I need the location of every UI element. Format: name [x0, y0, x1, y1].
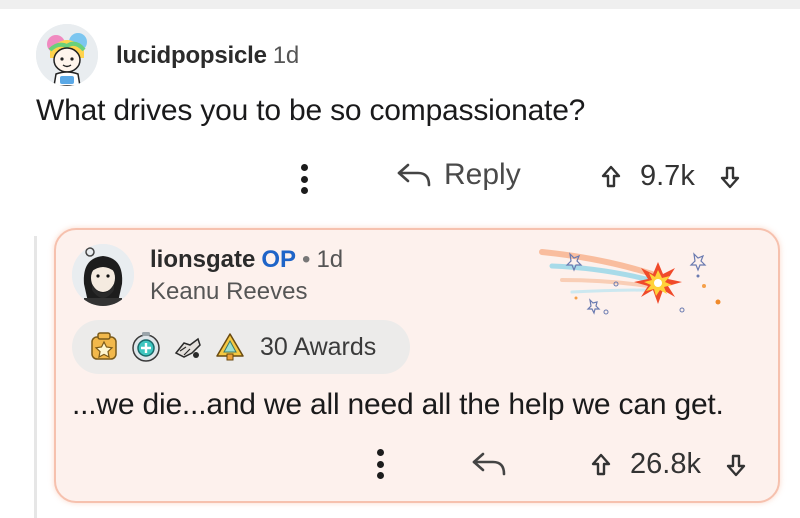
- timestamp: 1d: [316, 246, 344, 273]
- reply-button[interactable]: Reply: [396, 158, 521, 192]
- downvote-icon[interactable]: [725, 452, 747, 478]
- reply-label[interactable]: Reply: [444, 158, 521, 192]
- avatar[interactable]: [36, 24, 98, 86]
- username[interactable]: lionsgate OP • 1d: [150, 246, 343, 274]
- upvote-icon[interactable]: [600, 164, 622, 190]
- downvote-icon[interactable]: [719, 164, 741, 190]
- avatar[interactable]: [72, 244, 134, 306]
- reply-arrow-icon: [397, 163, 431, 187]
- username[interactable]: lucidpopsicle 1d: [116, 42, 299, 70]
- awards-pill[interactable]: 30 Awards: [72, 320, 410, 374]
- user-flair: Keanu Reeves: [150, 278, 308, 305]
- vote-group: 26.8k: [590, 448, 747, 481]
- more-options-button[interactable]: [377, 449, 385, 479]
- separator: •: [302, 246, 311, 273]
- vote-score: 9.7k: [640, 160, 695, 192]
- username-text[interactable]: lionsgate: [150, 246, 255, 273]
- comment-body: What drives you to be so compassionate?: [36, 94, 586, 127]
- vote-score: 26.8k: [630, 448, 701, 480]
- username-text[interactable]: lucidpopsicle: [116, 42, 267, 69]
- top-divider: [0, 0, 800, 9]
- awards-count[interactable]: 30 Awards: [260, 333, 376, 362]
- more-options-button[interactable]: [301, 164, 309, 194]
- wholesome-seal-icon: [91, 332, 117, 360]
- comet-award-decoration-icon: [539, 249, 721, 315]
- vote-group: 9.7k: [600, 160, 741, 193]
- reply-arrow-icon[interactable]: [471, 451, 507, 477]
- upvote-icon[interactable]: [590, 452, 612, 478]
- user-avatar-icon: [72, 244, 134, 306]
- timestamp: 1d: [272, 42, 300, 69]
- helpful-award-icon: [132, 332, 160, 362]
- comment-body: ...we die...and we all need all the help…: [72, 388, 724, 421]
- op-badge: OP: [261, 246, 297, 273]
- rocket-like-icon: [216, 333, 244, 361]
- take-my-power-icon: [174, 337, 201, 358]
- comment-actions: Reply 9.7k: [0, 150, 800, 206]
- thread-line[interactable]: [34, 236, 37, 518]
- user-avatar-icon: [36, 24, 98, 86]
